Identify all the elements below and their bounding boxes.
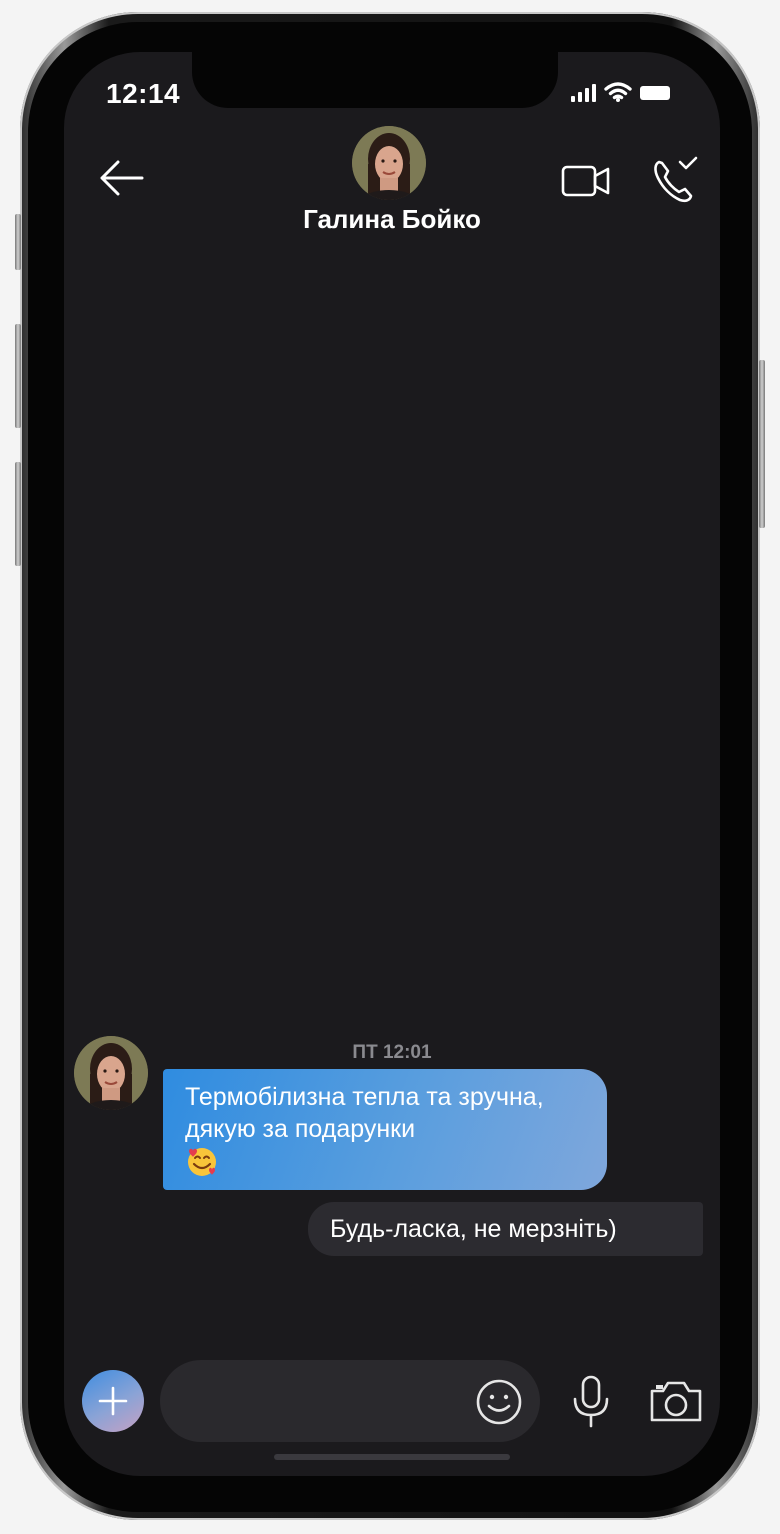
contact-name[interactable]: Галина Бойко: [64, 204, 720, 235]
microphone-icon: [573, 1375, 609, 1428]
cellular-signal-icon: [571, 82, 596, 102]
side-button-volume-down: [15, 462, 21, 566]
add-attachment-button[interactable]: [82, 1370, 144, 1432]
plus-icon: [98, 1386, 128, 1416]
home-indicator[interactable]: [274, 1454, 510, 1460]
contact-photo: [352, 126, 426, 200]
back-button[interactable]: [96, 158, 148, 198]
outgoing-message-text: Будь-ласка, не мерзніть): [330, 1215, 617, 1243]
camera-icon: [650, 1381, 702, 1422]
notch: [192, 52, 558, 108]
side-button-volume-up: [15, 324, 21, 428]
camera-button[interactable]: [648, 1378, 704, 1424]
status-time: 12:14: [106, 78, 181, 109]
wifi-icon: [604, 82, 632, 102]
side-button-silent: [15, 214, 21, 270]
smiling-face-with-hearts-icon: [188, 1148, 216, 1176]
arrow-left-icon: [100, 160, 144, 196]
incoming-message-bubble[interactable]: Термобілизна тепла та зручна, дякую за п…: [163, 1069, 607, 1190]
smiley-icon: [476, 1379, 522, 1425]
video-call-button[interactable]: [560, 162, 612, 200]
message-sender-avatar[interactable]: [74, 1036, 148, 1110]
video-camera-icon: [561, 165, 610, 197]
battery-icon: [640, 86, 670, 100]
contact-avatar[interactable]: [352, 126, 426, 200]
message-timestamp: ПТ 12:01: [352, 1042, 432, 1063]
microphone-button[interactable]: [568, 1374, 614, 1430]
chat-screen: 12:14 Галина Бойко ПТ 12:01 Термобілизна…: [64, 52, 720, 1476]
status-icons: [571, 82, 670, 102]
emoji-button[interactable]: [474, 1377, 524, 1427]
side-button-power: [759, 360, 765, 528]
audio-call-button[interactable]: [650, 156, 702, 204]
incoming-message-text: Термобілизна тепла та зручна, дякую за п…: [185, 1083, 544, 1143]
sender-photo: [74, 1036, 148, 1110]
outgoing-message-bubble[interactable]: Будь-ласка, не мерзніть): [308, 1202, 703, 1256]
phone-call-icon: [654, 156, 698, 203]
